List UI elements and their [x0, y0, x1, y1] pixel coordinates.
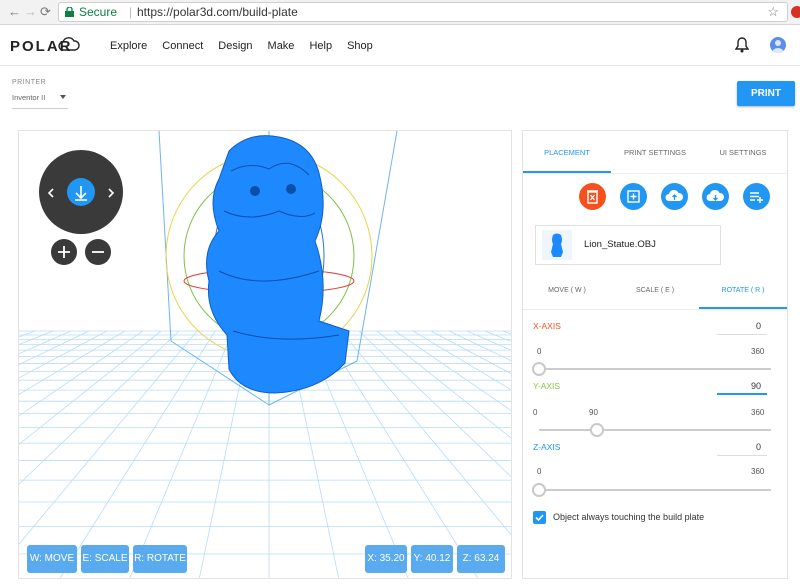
nav-explore[interactable]: Explore [110, 40, 147, 52]
lion-statue-model[interactable] [206, 135, 350, 394]
grid-line [358, 330, 511, 478]
z-coordinate-readout: Z: 63.24 [457, 545, 505, 573]
printer-select[interactable]: Inventor II [12, 93, 68, 109]
bell-icon[interactable] [735, 37, 749, 53]
add-object-button[interactable] [620, 183, 647, 210]
panel-tabs: PLACEMENT PRINT SETTINGS UI SETTINGS [523, 131, 787, 174]
x-axis-min: 0 [537, 347, 542, 356]
z-axis-label: Z-AXIS [533, 442, 561, 452]
y-axis-max: 360 [751, 408, 765, 417]
lock-icon [65, 7, 74, 17]
cloud-logo-icon [58, 37, 80, 51]
z-axis-min: 0 [537, 467, 542, 476]
delete-icon [587, 190, 598, 204]
grid-line [59, 330, 216, 578]
x-axis-slider-track[interactable] [539, 368, 771, 370]
grid-line [19, 330, 126, 395]
address-bar[interactable]: Secure | https://polar3d.com/build-plate… [58, 2, 788, 22]
file-name: Lion_Statue.OBJ [584, 239, 656, 250]
app-header: POLAR Explore Connect Design Make Help S… [0, 26, 800, 66]
placement-panel: PLACEMENT PRINT SETTINGS UI SETTINGS Lio… [522, 130, 788, 579]
transform-tabs: MOVE ( W ) SCALE ( E ) ROTATE ( R ) [523, 274, 787, 310]
add-object-icon [627, 190, 640, 203]
grid-line [19, 330, 54, 345]
touch-build-plate-label: Object always touching the build plate [553, 512, 705, 522]
subtab-move[interactable]: MOVE ( W ) [523, 274, 611, 309]
file-list-item[interactable]: Lion_Statue.OBJ [535, 225, 721, 265]
x-axis-slider-thumb[interactable] [532, 362, 546, 376]
grid-line [129, 330, 234, 578]
url-separator: | [129, 5, 133, 19]
y-axis-label: Y-AXIS [533, 381, 561, 391]
subtab-scale[interactable]: SCALE ( E ) [611, 274, 699, 309]
extension-icon[interactable] [791, 6, 800, 18]
print-button[interactable]: PRINT [737, 81, 795, 106]
move-mode-button[interactable]: W: MOVE [27, 545, 77, 573]
bookmark-star-icon[interactable]: ☆ [767, 3, 779, 21]
y-axis-input[interactable]: 90 [717, 377, 767, 395]
build-plate-viewport[interactable]: W: MOVE E: SCALE R: ROTATE X: 35.20 Y: 4… [18, 130, 512, 579]
x-coordinate-readout: X: 35.20 [365, 545, 407, 573]
delete-object-button[interactable] [579, 183, 606, 210]
download-icon [706, 189, 725, 201]
y-coordinate-readout: Y: 40.12 [411, 545, 453, 573]
checkmark-icon [535, 514, 544, 522]
caret-down-icon [60, 95, 66, 99]
x-axis-max: 360 [751, 347, 765, 356]
y-axis-slider-track[interactable] [539, 429, 771, 431]
grid-line [340, 330, 511, 536]
grid-line [412, 330, 511, 391]
scale-mode-button[interactable]: E: SCALE [81, 545, 129, 573]
grid-line [466, 330, 511, 351]
back-icon[interactable]: ← [8, 5, 21, 19]
reload-icon[interactable]: ⟳ [40, 5, 51, 19]
grid-line [322, 330, 479, 578]
upload-button[interactable] [661, 183, 688, 210]
printer-label: PRINTER [12, 79, 47, 86]
tab-print-settings[interactable]: PRINT SETTINGS [611, 131, 699, 173]
tab-placement[interactable]: PLACEMENT [523, 131, 611, 173]
z-axis-max: 360 [751, 467, 765, 476]
grid-line [19, 330, 90, 365]
tab-ui-settings[interactable]: UI SETTINGS [699, 131, 787, 173]
grid-line [448, 330, 511, 362]
grid-line [394, 330, 511, 411]
playlist-add-icon [750, 192, 763, 203]
forward-icon[interactable]: → [24, 5, 37, 19]
avatar[interactable] [770, 37, 786, 53]
y-axis-slider-thumb[interactable] [590, 423, 604, 437]
rotate-mode-button[interactable]: R: ROTATE [133, 545, 187, 573]
grid-line [19, 330, 180, 485]
z-axis-slider-track[interactable] [539, 489, 771, 491]
object-actions [579, 183, 770, 210]
z-axis-slider-thumb[interactable] [532, 483, 546, 497]
file-thumbnail [542, 230, 572, 260]
printer-select-value: Inventor II [12, 93, 46, 102]
grid-line [502, 330, 511, 335]
download-button[interactable] [702, 183, 729, 210]
touch-build-plate-checkbox[interactable] [533, 511, 546, 524]
camera-control-pad [39, 150, 123, 265]
x-axis-input[interactable]: 0 [717, 317, 767, 335]
main-nav: Explore Connect Design Make Help Shop [110, 40, 373, 52]
url-text: https://polar3d.com/build-plate [137, 5, 298, 19]
nav-connect[interactable]: Connect [162, 40, 203, 52]
grid-line [19, 330, 198, 545]
secure-label: Secure [79, 5, 118, 19]
y-axis-min: 0 [533, 408, 538, 417]
upload-icon [665, 189, 684, 201]
nav-make[interactable]: Make [268, 40, 295, 52]
x-axis-label: X-AXIS [533, 321, 561, 331]
z-axis-input[interactable]: 0 [717, 438, 767, 456]
add-to-queue-button[interactable] [743, 183, 770, 210]
y-axis-mid: 90 [589, 408, 598, 417]
browser-chrome: ← → ⟳ Secure | https://polar3d.com/build… [0, 0, 800, 25]
subtab-rotate[interactable]: ROTATE ( R ) [699, 274, 787, 309]
nav-shop[interactable]: Shop [347, 40, 373, 52]
nav-design[interactable]: Design [218, 40, 252, 52]
nav-help[interactable]: Help [309, 40, 332, 52]
grid-line [430, 330, 511, 375]
